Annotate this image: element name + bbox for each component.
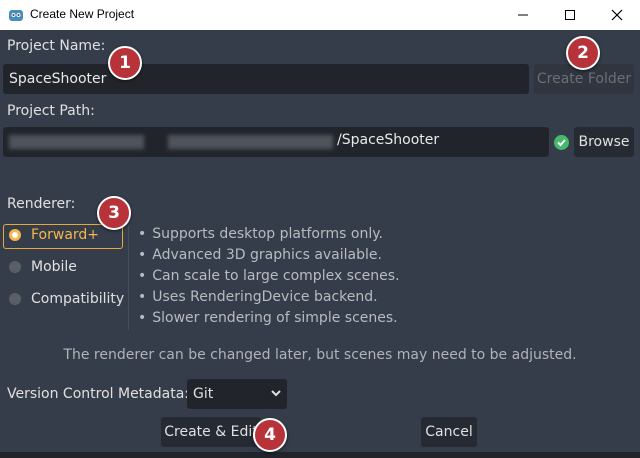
- browse-button[interactable]: Browse: [574, 127, 634, 157]
- path-valid-check-icon: [554, 135, 569, 150]
- list-item: • Advanced 3D graphics available.: [138, 247, 382, 263]
- renderer-option-compatibility[interactable]: Compatibility: [9, 291, 124, 307]
- list-item: • Slower rendering of simple scenes.: [138, 310, 398, 326]
- list-item: • Supports desktop platforms only.: [138, 226, 383, 242]
- renderer-note: The renderer can be changed later, but s…: [63, 347, 577, 363]
- list-item: • Uses RenderingDevice backend.: [138, 289, 378, 305]
- maximize-button[interactable]: [547, 0, 593, 30]
- renderer-option-mobile[interactable]: Mobile: [9, 259, 77, 275]
- renderer-option-label: Forward+: [31, 227, 100, 243]
- bottom-edge: [0, 452, 640, 458]
- create-and-edit-button[interactable]: Create & Edit: [161, 417, 261, 447]
- renderer-feature-list: • Supports desktop platforms only. • Advan…: [138, 224, 400, 329]
- title-bar: Create New Project: [0, 0, 640, 30]
- list-item: • Can scale to large complex scenes.: [138, 268, 400, 284]
- renderer-option-label: Mobile: [31, 259, 77, 275]
- chevron-down-icon: [271, 390, 281, 397]
- project-name-label: Project Name:: [7, 38, 106, 54]
- radio-unchecked-icon: [9, 293, 21, 305]
- cancel-button[interactable]: Cancel: [421, 417, 477, 447]
- redacted-path-segment: [168, 135, 333, 149]
- close-button[interactable]: [594, 0, 640, 30]
- vcs-dropdown[interactable]: Git: [187, 379, 287, 409]
- renderer-option-forward-plus[interactable]: Forward+: [9, 227, 99, 243]
- maximize-icon: [565, 10, 575, 20]
- radio-unchecked-icon: [9, 261, 21, 273]
- godot-icon: [9, 10, 23, 21]
- redacted-path-segment: [9, 135, 144, 149]
- annotation-badge-2: 2: [566, 36, 600, 70]
- vcs-value: Git: [193, 386, 214, 402]
- project-path-label: Project Path:: [7, 103, 95, 119]
- vcs-label: Version Control Metadata:: [7, 386, 189, 402]
- renderer-label: Renderer:: [7, 196, 76, 212]
- minimize-button[interactable]: [500, 0, 546, 30]
- project-name-input[interactable]: SpaceShooter: [3, 64, 529, 94]
- renderer-divider: [128, 226, 129, 330]
- window-title: Create New Project: [30, 7, 135, 21]
- radio-checked-icon: [9, 229, 21, 241]
- close-icon: [611, 9, 623, 21]
- project-path-value: /SpaceShooter: [337, 132, 440, 148]
- dialog-body: Project Name: SpaceShooter Create Folder…: [0, 30, 640, 458]
- project-path-input[interactable]: /SpaceShooter: [3, 127, 549, 157]
- annotation-badge-4: 4: [253, 418, 287, 452]
- annotation-badge-3: 3: [97, 196, 131, 230]
- renderer-option-label: Compatibility: [31, 291, 125, 307]
- annotation-badge-1: 1: [108, 46, 142, 80]
- minimize-icon: [518, 14, 528, 16]
